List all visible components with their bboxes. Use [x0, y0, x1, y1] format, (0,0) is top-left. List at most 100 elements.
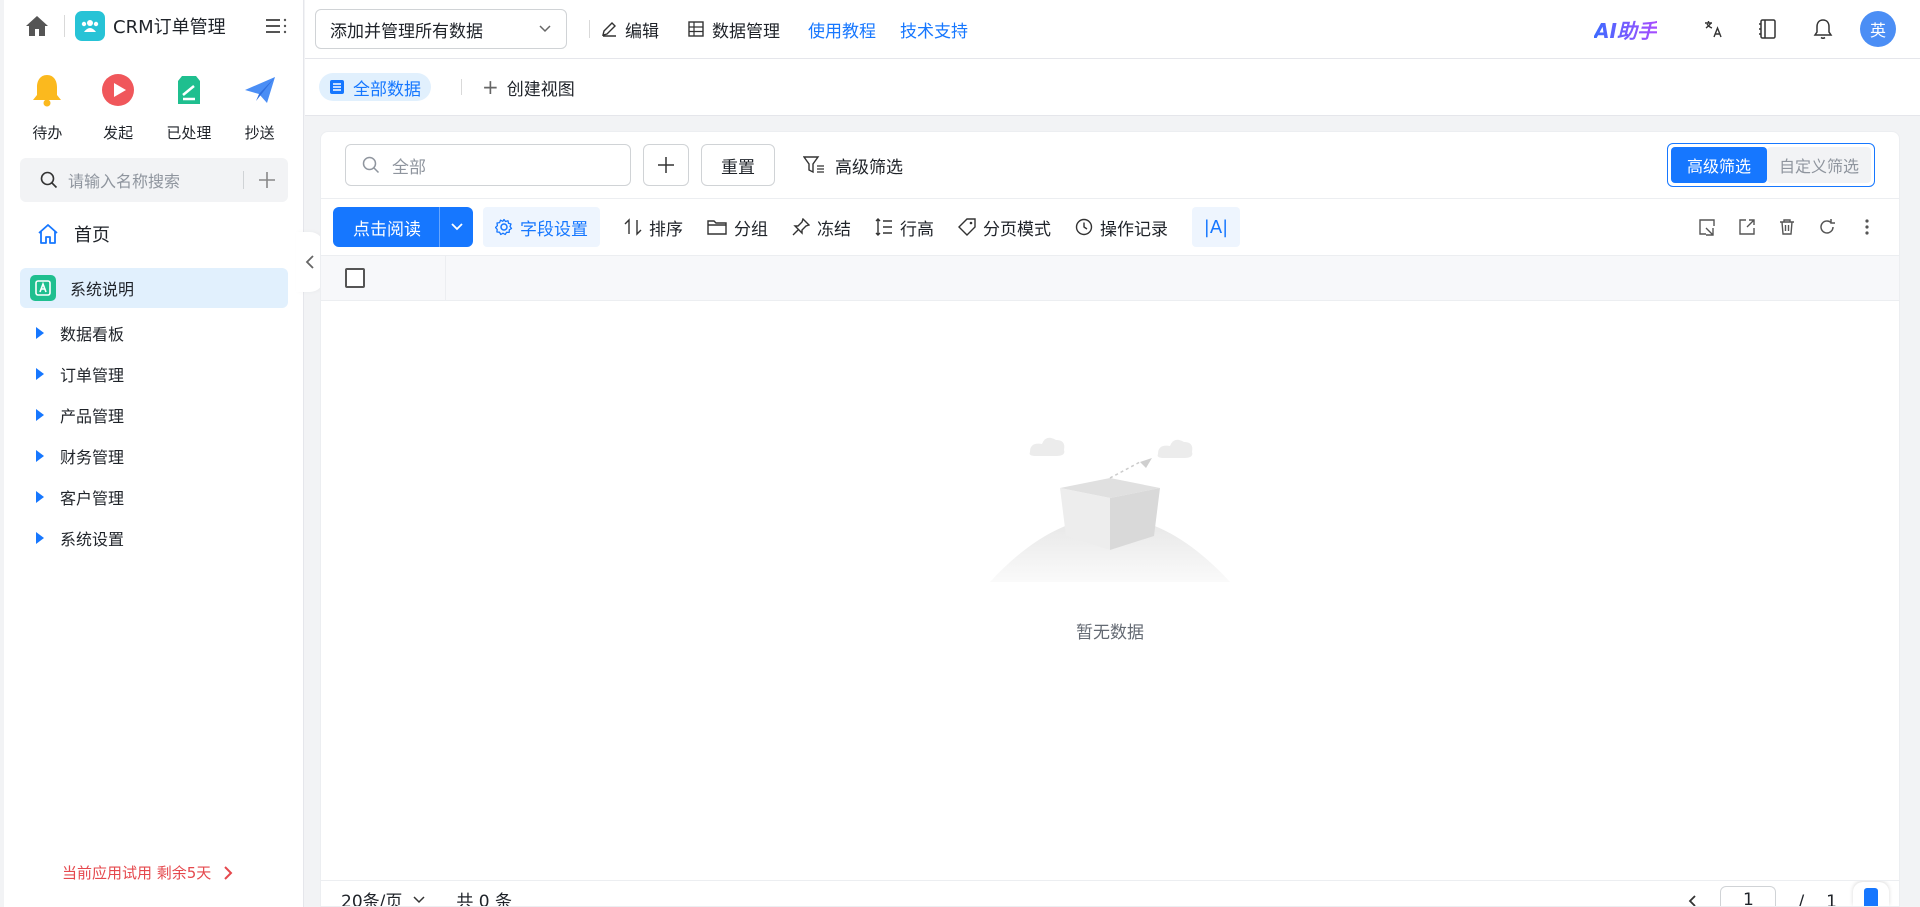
- pagination-bar: 20条/页 共 0 条 1 / 1: [321, 880, 1899, 906]
- table-icon: [688, 21, 704, 37]
- chevron-left-icon: [305, 255, 314, 269]
- quick-label: 待办: [32, 124, 63, 142]
- quick-label: 抄送: [244, 124, 275, 142]
- import-icon[interactable]: [1687, 207, 1727, 247]
- menu-toggle-icon[interactable]: [263, 12, 291, 40]
- app-name: CRM订单管理: [113, 17, 226, 38]
- floating-assistant-button[interactable]: [1853, 882, 1889, 906]
- export-icon[interactable]: [1727, 207, 1767, 247]
- page-total: 1: [1826, 892, 1837, 906]
- sort-label: 排序: [649, 219, 683, 240]
- page-size-select[interactable]: 20条/页: [341, 887, 426, 906]
- divider: [64, 15, 65, 37]
- translate-icon[interactable]: [1695, 11, 1731, 47]
- create-view-button[interactable]: + 创建视图: [482, 75, 575, 100]
- notebook-icon[interactable]: [1750, 11, 1786, 47]
- sidebar-item-home[interactable]: 首页: [20, 210, 288, 258]
- data-scope-select[interactable]: 添加并管理所有数据: [315, 9, 567, 49]
- data-scope-value: 添加并管理所有数据: [330, 21, 483, 42]
- edit-button[interactable]: 编辑: [600, 17, 659, 42]
- sort-button[interactable]: 排序: [624, 215, 683, 240]
- text-mode-button[interactable]: |A|: [1192, 207, 1240, 247]
- plus-icon: +: [482, 75, 499, 99]
- search-input[interactable]: 全部: [345, 144, 631, 186]
- filter-mode-custom[interactable]: 自定义筛选: [1766, 147, 1871, 183]
- row-height-label: 行高: [900, 219, 934, 240]
- more-icon[interactable]: [1847, 207, 1887, 247]
- sidebar-item-orders[interactable]: 订单管理: [20, 353, 288, 394]
- trash-icon[interactable]: [1767, 207, 1807, 247]
- tutorial-link[interactable]: 使用教程: [808, 17, 876, 42]
- data-manage-button[interactable]: 数据管理: [687, 17, 780, 42]
- row-height-button[interactable]: 行高: [875, 215, 934, 240]
- search-icon: [362, 156, 380, 174]
- list-icon: [330, 80, 344, 94]
- pin-icon: [792, 218, 810, 236]
- page-scrollbar-track: [1906, 131, 1920, 907]
- total-count: 共 0 条: [456, 892, 512, 906]
- filter-mode-advanced[interactable]: 高级筛选: [1670, 147, 1767, 183]
- play-icon: [98, 70, 138, 110]
- chevron-down-icon: [539, 25, 551, 33]
- caret-right-icon: [36, 449, 44, 462]
- data-panel: 全部 重置 高级筛选 高级筛选 自定义筛选 点击阅读 字段设置 排序 分组 冻结…: [320, 131, 1900, 907]
- sidebar-item-system-intro[interactable]: 系统说明: [20, 268, 288, 308]
- search-icon: [40, 171, 58, 189]
- refresh-icon[interactable]: [1807, 207, 1847, 247]
- filter-row: 全部 重置 高级筛选 高级筛选 自定义筛选: [321, 132, 1899, 199]
- clock-icon: [1075, 218, 1093, 236]
- sidebar-item-finance[interactable]: 财务管理: [20, 435, 288, 476]
- assistant-icon: [1864, 888, 1878, 906]
- chevron-right-icon: [224, 865, 233, 880]
- sidebar-item-dashboard[interactable]: 数据看板: [20, 312, 288, 353]
- tab-all-data[interactable]: 全部数据: [319, 73, 431, 101]
- sort-icon: [624, 218, 642, 236]
- sidebar-search-input[interactable]: 请输入名称搜索: [68, 168, 243, 192]
- select-all-checkbox[interactable]: [345, 268, 365, 288]
- tag-icon: [958, 218, 976, 236]
- notification-bell-icon[interactable]: [1805, 11, 1841, 47]
- sidebar-item-label: 系统说明: [70, 280, 135, 299]
- advanced-filter-label: 高级筛选: [835, 157, 903, 178]
- advanced-filter-button[interactable]: 高级筛选: [803, 153, 903, 178]
- freeze-button[interactable]: 冻结: [792, 215, 851, 240]
- chevron-down-icon: [450, 223, 463, 231]
- operation-log-button[interactable]: 操作记录: [1075, 215, 1168, 240]
- empty-box-illustration: [990, 437, 1230, 582]
- sidebar-item-customers[interactable]: 客户管理: [20, 476, 288, 517]
- sidebar-search[interactable]: 请输入名称搜索: [20, 158, 288, 202]
- page-mode-button[interactable]: 分页模式: [958, 215, 1051, 240]
- chevron-left-icon[interactable]: [1688, 894, 1698, 906]
- page-input[interactable]: 1: [1720, 886, 1777, 906]
- user-avatar[interactable]: 英: [1860, 11, 1896, 47]
- divider: [243, 171, 244, 189]
- support-link[interactable]: 技术支持: [900, 17, 968, 42]
- add-icon[interactable]: [258, 171, 276, 189]
- table-header: [321, 255, 1899, 301]
- sidebar-item-settings[interactable]: 系统设置: [20, 517, 288, 558]
- page-separator: /: [1798, 892, 1805, 906]
- freeze-label: 冻结: [817, 219, 851, 240]
- data-manage-label: 数据管理: [712, 21, 780, 42]
- add-filter-button[interactable]: [643, 144, 689, 186]
- system-intro-icon: [30, 275, 56, 301]
- home-icon[interactable]: [20, 9, 54, 43]
- select-all-cell: [321, 255, 446, 301]
- read-dropdown-button[interactable]: [439, 207, 473, 247]
- field-settings-button[interactable]: 字段设置: [483, 207, 600, 247]
- empty-text: 暂无数据: [1076, 623, 1144, 643]
- trial-notice[interactable]: 当前应用试用 剩余5天: [62, 862, 233, 883]
- divider: [461, 79, 462, 95]
- table-toolbar: 点击阅读 字段设置 排序 分组 冻结 行高 分页模式 操作记录 |A|: [321, 199, 1899, 256]
- search-placeholder: 全部: [392, 157, 426, 178]
- read-button-label: 点击阅读: [353, 219, 421, 240]
- group-button[interactable]: 分组: [707, 215, 768, 240]
- view-tabs-bar: 全部数据 + 创建视图: [305, 59, 1920, 116]
- pager: 1 / 1: [1688, 882, 1889, 906]
- sidebar-item-products[interactable]: 产品管理: [20, 394, 288, 435]
- ai-assistant-button[interactable]: AI助手: [1594, 15, 1657, 44]
- read-button[interactable]: 点击阅读: [333, 207, 473, 247]
- reset-button[interactable]: 重置: [701, 144, 775, 186]
- send-icon: [240, 70, 280, 110]
- folder-icon: [707, 220, 727, 235]
